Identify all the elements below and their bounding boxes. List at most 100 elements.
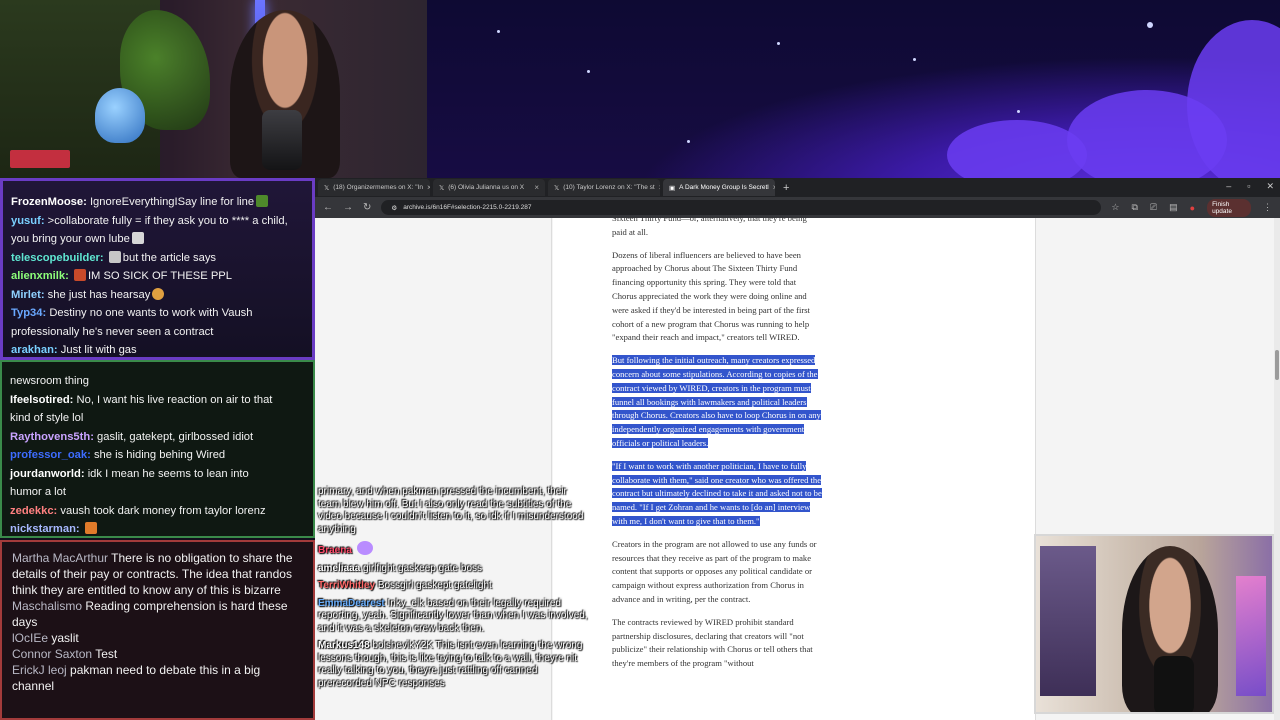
chat-text: gaslit, gatekept, girlbossed idiot [97,430,254,443]
article-column: Sixteen Thirty Fund—or, alternatively, t… [553,218,1035,720]
chat-text: yaslit [51,631,79,645]
chat-message: professionally he's never seen a contrac… [3,323,312,342]
guest-shelf [1040,546,1096,696]
article-paragraph-highlighted: But following the initial outreach, many… [612,354,822,451]
minimize-icon[interactable]: – [1226,181,1231,192]
chat-username[interactable]: Martha MacArthur [12,551,108,565]
chat-message: Maschalismo Reading comprehension is har… [2,598,313,630]
browser-toolbar: ← → ↻ ⚙ archive.is/6n16F#selection-2215.… [315,197,1280,218]
article-paragraph: Sixteen Thirty Fund—or, alternatively, t… [612,218,807,237]
x-logo-icon: 𝕏 [324,184,330,192]
chat-username[interactable]: Raythovens5th: [10,431,94,443]
chat-username[interactable]: Mirlet: [11,289,45,301]
chat-username[interactable]: Typ34: [11,307,46,319]
chat-username[interactable]: FrozenMoose: [11,196,87,208]
overlay-message: EmmaDearest Inky_elk based on their lega… [318,598,590,636]
article-paragraph: The contracts reviewed by WIRED prohibit… [612,616,813,669]
webcam-red-box [10,150,70,168]
star [1017,110,1020,113]
overlay-message: primary, and when pakman pressed the inc… [318,486,590,536]
emote-icon [256,195,269,207]
chat-text: but the article says [122,251,217,264]
guest-light [1236,576,1266,696]
menu-kebab-icon[interactable]: ⋮ [1263,202,1272,213]
chat-username[interactable]: jourdanworld: [10,468,85,480]
star [587,70,590,73]
webcam-microphone [262,110,302,170]
archive-favicon-icon: ▣ [669,184,676,192]
tab-taylor-lorenz[interactable]: 𝕏(10) Taylor Lorenz on X: "The st × [548,179,660,196]
article-paragraph-highlighted: "If I want to work with another politici… [612,460,822,529]
window-controls: – ▫ ✕ [1226,181,1274,192]
emote-icon [152,287,165,300]
tab-label: (10) Taylor Lorenz on X: "The st [563,184,655,191]
tab-dark-money-article[interactable]: ▣A Dark Money Group Is Secretl × [663,179,775,196]
chat-panel: FrozenMoose: IgnoreEverythingISay line f… [0,178,315,720]
tab-organizermemes[interactable]: 𝕏 (18) Organizermemes on X: "In × [318,179,430,196]
chat-text: No, I want his live reaction on air to t… [76,393,273,406]
chat-message: Ifeelsotired: No, I want his live reacti… [2,391,313,410]
page-scrollbar[interactable] [1274,218,1280,720]
chat-text: idk I mean he seems to lean into [87,467,249,480]
chat-username[interactable]: Maschalismo [12,599,82,613]
new-tab-plus-icon[interactable]: + [783,182,789,194]
close-tab-icon[interactable]: × [773,183,775,192]
tab-label: (6) Olivia Julianna us on X [448,184,525,191]
chat-username[interactable]: alienxmilk: [11,270,69,282]
chat-username[interactable]: nickstarman: [10,523,80,535]
chat-username[interactable]: lOcIEe [12,631,48,645]
chat-username[interactable]: yusuf: [11,215,45,227]
chat-username[interactable]: Ifeelsotired: [10,394,73,406]
chat-username[interactable]: telescopebuilder: [11,252,104,264]
site-info-icon[interactable]: ⚙ [391,204,397,212]
emote-icon [108,250,121,263]
finish-update-button[interactable]: Finish update [1207,198,1251,217]
overlay-text: Bossgirl gaskept gatelight [377,580,492,591]
overlay-text: primary, and when pakman pressed the inc… [318,486,584,535]
profile-icon[interactable]: ● [1190,203,1195,213]
chat-message: newsroom thing [2,372,313,391]
chat-text: humor a lot [10,486,66,498]
selected-text[interactable]: But following the initial outreach, many… [612,355,821,448]
close-tab-icon[interactable]: × [534,183,539,192]
chat-username[interactable]: Connor Saxton [12,647,92,661]
back-arrow-icon[interactable]: ← [323,202,333,213]
close-tab-icon[interactable]: × [659,183,660,192]
overlay-message: ameliaaa girlfight gaskeep gate boss [318,563,590,576]
chat-username[interactable]: arakhan: [11,344,58,356]
address-bar[interactable]: ⚙ archive.is/6n16F#selection-2215.0-2219… [381,200,1102,215]
chat-message: ErickJ leoj pakman need to debate this i… [2,662,313,694]
chat-message: zedekkc: vaush took dark money from tayl… [2,502,313,521]
cloud [1187,20,1280,178]
maximize-icon[interactable]: ▫ [1247,181,1250,192]
chat-username[interactable]: zedekkc: [10,505,57,517]
close-window-icon[interactable]: ✕ [1266,181,1274,192]
url-text: archive.is/6n16F#selection-2215.0-2219.2… [403,204,532,211]
chat-text: you bring your own lube [11,233,130,245]
reload-icon[interactable]: ↻ [363,202,371,213]
sidebar-icon[interactable]: ▤ [1169,202,1178,213]
star [913,58,916,61]
cloud [947,120,1087,178]
chat-username[interactable]: professor_oak: [10,449,91,461]
close-tab-icon[interactable]: × [427,183,430,192]
bookmark-star-icon[interactable]: ☆ [1111,202,1119,213]
space-banner [427,0,1280,178]
emote-icon [356,541,373,555]
chat-message: arakhan: Just lit with gas [3,341,312,360]
overlay-username: EmmaDearest [318,597,385,609]
tab-olivia-julianna[interactable]: 𝕏 (6) Olivia Julianna us on X × [433,179,545,196]
chat-message: FrozenMoose: IgnoreEverythingISay line f… [3,193,312,212]
chat-message: Mirlet: she just has hearsay [3,286,312,305]
cast-icon[interactable]: ⎚ [1150,202,1157,213]
forward-arrow-icon[interactable]: → [343,202,353,213]
chat-message: yusuf: >collaborate fully = if they ask … [3,212,312,231]
chat-text: professionally he's never seen a contrac… [11,325,214,338]
chat-username[interactable]: ErickJ leoj [12,663,67,677]
scrollbar-thumb[interactable] [1275,350,1279,380]
tab-label: (18) Organizermemes on X: "In [333,184,423,191]
extensions-icon[interactable]: ⧉ [1131,202,1137,213]
article-paragraph: Creators in the program are not allowed … [612,538,817,604]
selected-text[interactable]: "If I want to work with another politici… [612,460,822,526]
chat-text: Just lit with gas [60,344,137,356]
